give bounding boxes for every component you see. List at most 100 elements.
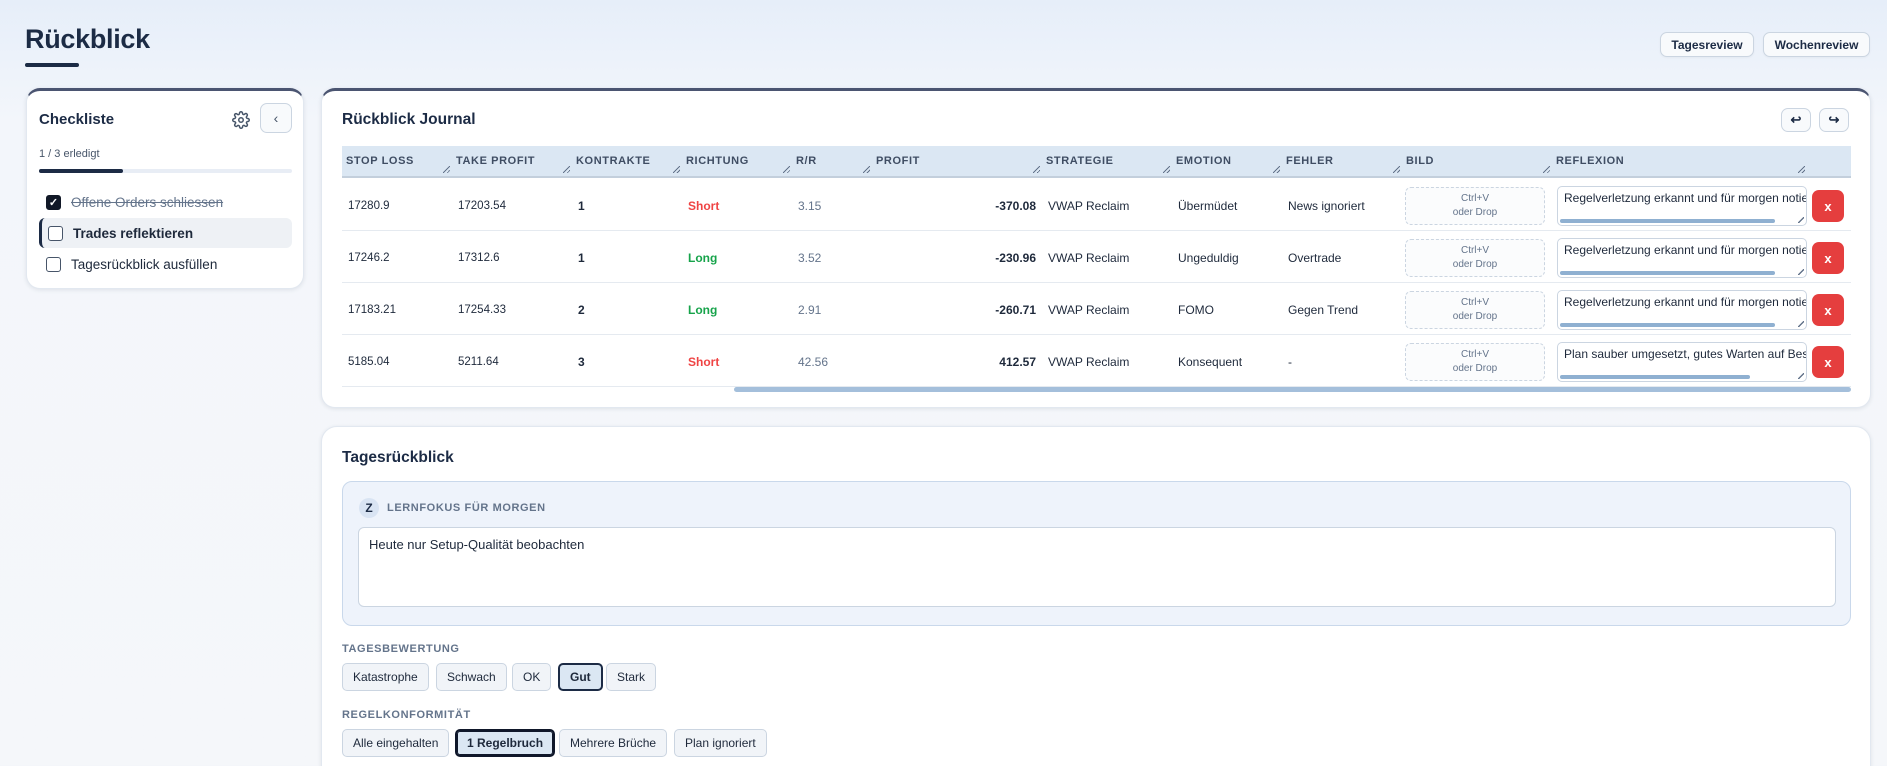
delete-row-button[interactable]: x bbox=[1812, 346, 1844, 378]
strategy-cell[interactable]: VWAP Reclaim bbox=[1042, 336, 1129, 387]
reflection-input[interactable]: Regelverletzung erkannt und für morgen n… bbox=[1557, 186, 1807, 226]
take-profit-cell[interactable]: 5211.64 bbox=[452, 336, 499, 387]
rating-option-good[interactable]: Gut bbox=[558, 663, 603, 691]
profit-cell[interactable]: -230.96 bbox=[872, 232, 1042, 283]
rules-option-one-break[interactable]: 1 Regelbruch bbox=[455, 729, 556, 757]
stop-loss-cell[interactable]: 17183.21 bbox=[342, 284, 396, 335]
direction-cell[interactable]: Long bbox=[682, 284, 717, 335]
image-drop-zone[interactable]: Ctrl+V oder Drop bbox=[1405, 343, 1545, 381]
day-review-button[interactable]: Tagesreview bbox=[1660, 32, 1754, 57]
contracts-cell[interactable]: 1 bbox=[572, 232, 585, 283]
error-cell[interactable]: Overtrade bbox=[1282, 232, 1341, 283]
column-header-error[interactable]: FEHLER bbox=[1282, 146, 1402, 176]
checklist-item[interactable]: Tagesrückblick ausfüllen bbox=[39, 249, 292, 279]
checkbox[interactable] bbox=[46, 256, 61, 272]
direction-cell[interactable]: Short bbox=[682, 336, 719, 387]
collapse-checklist-button[interactable]: ‹ bbox=[260, 103, 292, 133]
column-header-rr[interactable]: R/R bbox=[792, 146, 872, 176]
contracts-cell[interactable]: 2 bbox=[572, 284, 585, 335]
take-profit-cell[interactable]: 17312.6 bbox=[452, 232, 500, 283]
emotion-cell[interactable]: FOMO bbox=[1172, 284, 1214, 335]
column-header-take-profit[interactable]: TAKE PROFIT bbox=[452, 146, 572, 176]
checklist-item[interactable]: Trades reflektieren bbox=[39, 218, 292, 248]
scrollbar[interactable] bbox=[1560, 375, 1750, 379]
chevron-left-icon: ‹ bbox=[273, 110, 279, 126]
redo-button[interactable]: ↪ bbox=[1819, 108, 1849, 132]
scrollbar[interactable] bbox=[1560, 323, 1775, 327]
journal-card: Rückblick Journal ↩ ↪ STOP LOSS TAKE PRO… bbox=[321, 88, 1871, 408]
rating-option-weak[interactable]: Schwach bbox=[436, 663, 507, 691]
stop-loss-cell[interactable]: 17246.2 bbox=[342, 232, 390, 283]
scrollbar[interactable] bbox=[1560, 271, 1775, 275]
rating-option-strong[interactable]: Stark bbox=[606, 663, 657, 691]
table-row: 17246.2 17312.6 1 Long 3.52 -230.96 VWAP… bbox=[342, 232, 1851, 283]
profit-cell[interactable]: -260.71 bbox=[872, 284, 1042, 335]
error-cell[interactable]: Gegen Trend bbox=[1282, 284, 1358, 335]
checkbox-checked[interactable]: ✓ bbox=[46, 194, 61, 210]
rr-cell[interactable]: 3.52 bbox=[792, 232, 821, 283]
page-title: Rückblick bbox=[25, 24, 150, 54]
image-drop-zone[interactable]: Ctrl+V oder Drop bbox=[1405, 291, 1545, 329]
strategy-cell[interactable]: VWAP Reclaim bbox=[1042, 284, 1129, 335]
journal-title: Rückblick Journal bbox=[342, 111, 476, 128]
image-drop-hint: Ctrl+V bbox=[1460, 297, 1490, 308]
redo-icon: ↪ bbox=[1828, 112, 1840, 127]
take-profit-cell[interactable]: 17254.33 bbox=[452, 284, 506, 335]
gear-icon[interactable] bbox=[232, 111, 252, 131]
delete-row-button[interactable]: x bbox=[1812, 242, 1844, 274]
column-header-direction[interactable]: RICHTUNG bbox=[682, 146, 792, 176]
image-drop-hint: Ctrl+V bbox=[1460, 245, 1490, 256]
column-header-contracts[interactable]: KONTRAKTE bbox=[572, 146, 682, 176]
column-header-image[interactable]: BILD bbox=[1402, 146, 1552, 176]
reflection-input[interactable]: Regelverletzung erkannt und für morgen n… bbox=[1557, 238, 1807, 278]
image-drop-zone[interactable]: Ctrl+V oder Drop bbox=[1405, 239, 1545, 277]
checklist-item-label: Offene Orders schliessen bbox=[71, 194, 224, 210]
scrollbar[interactable] bbox=[1560, 219, 1775, 223]
rr-cell[interactable]: 3.15 bbox=[792, 180, 821, 231]
column-header-profit[interactable]: PROFIT bbox=[872, 146, 1042, 176]
reflection-input[interactable]: Regelverletzung erkannt und für morgen n… bbox=[1557, 290, 1807, 330]
rating-option-catastrophe[interactable]: Katastrophe bbox=[342, 663, 429, 691]
undo-button[interactable]: ↩ bbox=[1781, 108, 1811, 132]
stop-loss-cell[interactable]: 5185.04 bbox=[342, 336, 390, 387]
direction-cell[interactable]: Long bbox=[682, 232, 717, 283]
rr-cell[interactable]: 2.91 bbox=[792, 284, 821, 335]
image-drop-hint: oder Drop bbox=[1452, 311, 1498, 322]
checklist-item[interactable]: ✓ Offene Orders schliessen bbox=[39, 187, 292, 217]
checklist-card: Checkliste ‹ 1 / 3 erledigt ✓ Offene Ord… bbox=[26, 88, 304, 289]
delete-row-button[interactable]: x bbox=[1812, 190, 1844, 222]
profit-cell[interactable]: 412.57 bbox=[872, 336, 1042, 387]
table-horizontal-scrollbar[interactable] bbox=[734, 387, 1851, 392]
week-review-button[interactable]: Wochenreview bbox=[1763, 32, 1870, 57]
checkbox[interactable] bbox=[48, 225, 63, 241]
profit-cell[interactable]: -370.08 bbox=[872, 180, 1042, 231]
delete-row-button[interactable]: x bbox=[1812, 294, 1844, 326]
contracts-cell[interactable]: 1 bbox=[572, 180, 585, 231]
rules-option-plan-ignored[interactable]: Plan ignoriert bbox=[674, 729, 767, 757]
contracts-cell[interactable]: 3 bbox=[572, 336, 585, 387]
column-header-stop-loss[interactable]: STOP LOSS bbox=[342, 146, 452, 176]
emotion-cell[interactable]: Ungeduldig bbox=[1172, 232, 1239, 283]
rules-option-multiple-breaks[interactable]: Mehrere Brüche bbox=[559, 729, 668, 757]
rr-cell[interactable]: 42.56 bbox=[792, 336, 828, 387]
strategy-cell[interactable]: VWAP Reclaim bbox=[1042, 232, 1129, 283]
rules-option-all-kept[interactable]: Alle eingehalten bbox=[342, 729, 450, 757]
error-cell[interactable]: News ignoriert bbox=[1282, 180, 1365, 231]
checklist-title: Checkliste bbox=[39, 111, 115, 128]
undo-icon: ↩ bbox=[1790, 112, 1802, 127]
column-header-strategy[interactable]: STRATEGIE bbox=[1042, 146, 1172, 176]
learning-focus-input[interactable]: Heute nur Setup-Qualität beobachten bbox=[358, 527, 1836, 607]
rating-option-ok[interactable]: OK bbox=[512, 663, 552, 691]
direction-cell[interactable]: Short bbox=[682, 180, 719, 231]
column-header-reflection[interactable]: REFLEXION bbox=[1552, 146, 1807, 176]
image-drop-zone[interactable]: Ctrl+V oder Drop bbox=[1405, 187, 1545, 225]
focus-badge: Z bbox=[359, 498, 379, 518]
emotion-cell[interactable]: Konsequent bbox=[1172, 336, 1242, 387]
reflection-input[interactable]: Plan sauber umgesetzt, gutes Warten auf … bbox=[1557, 342, 1807, 382]
take-profit-cell[interactable]: 17203.54 bbox=[452, 180, 506, 231]
error-cell[interactable]: - bbox=[1282, 336, 1292, 387]
stop-loss-cell[interactable]: 17280.9 bbox=[342, 180, 390, 231]
column-header-emotion[interactable]: EMOTION bbox=[1172, 146, 1282, 176]
emotion-cell[interactable]: Übermüdet bbox=[1172, 180, 1237, 231]
strategy-cell[interactable]: VWAP Reclaim bbox=[1042, 180, 1129, 231]
